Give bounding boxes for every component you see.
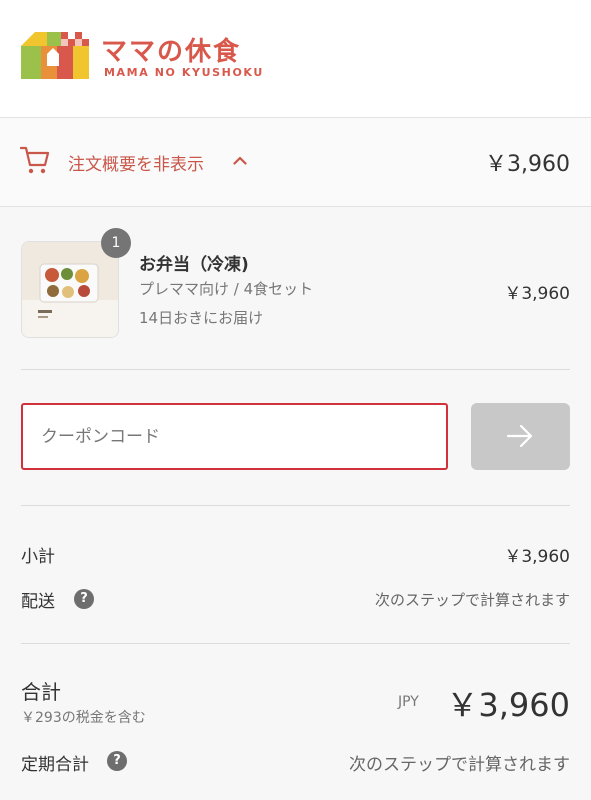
subtotal-label: 小計 <box>21 547 55 567</box>
divider <box>21 643 570 644</box>
subtotal-value: ￥3,960 <box>504 547 570 567</box>
product-thumbnail <box>21 241 119 338</box>
brand-name: ママの休食 <box>101 37 242 67</box>
shipping-value: 次のステップで計算されます <box>374 591 570 609</box>
coupon-code-input[interactable] <box>21 403 448 470</box>
divider <box>21 505 570 506</box>
currency-code: JPY <box>398 694 419 710</box>
tax-note: ￥293の税金を含む <box>21 710 146 726</box>
apply-coupon-button[interactable] <box>471 403 570 470</box>
shipping-label: 配送 <box>21 592 55 612</box>
summary-total: ￥3,960 <box>485 152 570 177</box>
summary-toggle-label[interactable]: 注文概要を非表示 <box>68 150 204 175</box>
shipping-help-icon[interactable]: ? <box>74 589 94 609</box>
chevron-up-icon[interactable] <box>233 155 247 165</box>
page-header: ママの休食 MAMA NO KYUSHOKU <box>0 0 591 118</box>
divider <box>21 369 570 370</box>
cart-icon[interactable] <box>20 145 50 175</box>
grand-total: ￥3,960 <box>446 686 570 724</box>
recurring-total-value: 次のステップで計算されます <box>349 755 570 775</box>
item-price: ￥3,960 <box>504 284 570 304</box>
item-delivery-frequency: 14日おきにお届け <box>139 309 264 327</box>
recurring-help-icon[interactable]: ? <box>107 751 127 771</box>
total-label: 合計 <box>21 680 61 704</box>
brand-subtitle: MAMA NO KYUSHOKU <box>104 66 264 79</box>
quantity-badge: 1 <box>101 228 131 258</box>
item-name: お弁当（冷凍) <box>139 255 249 275</box>
recurring-total-label: 定期合計 <box>21 755 89 775</box>
arrow-right-icon <box>506 424 533 448</box>
logo-icon <box>21 32 89 79</box>
item-variant: プレママ向け / 4食セット <box>139 280 314 298</box>
